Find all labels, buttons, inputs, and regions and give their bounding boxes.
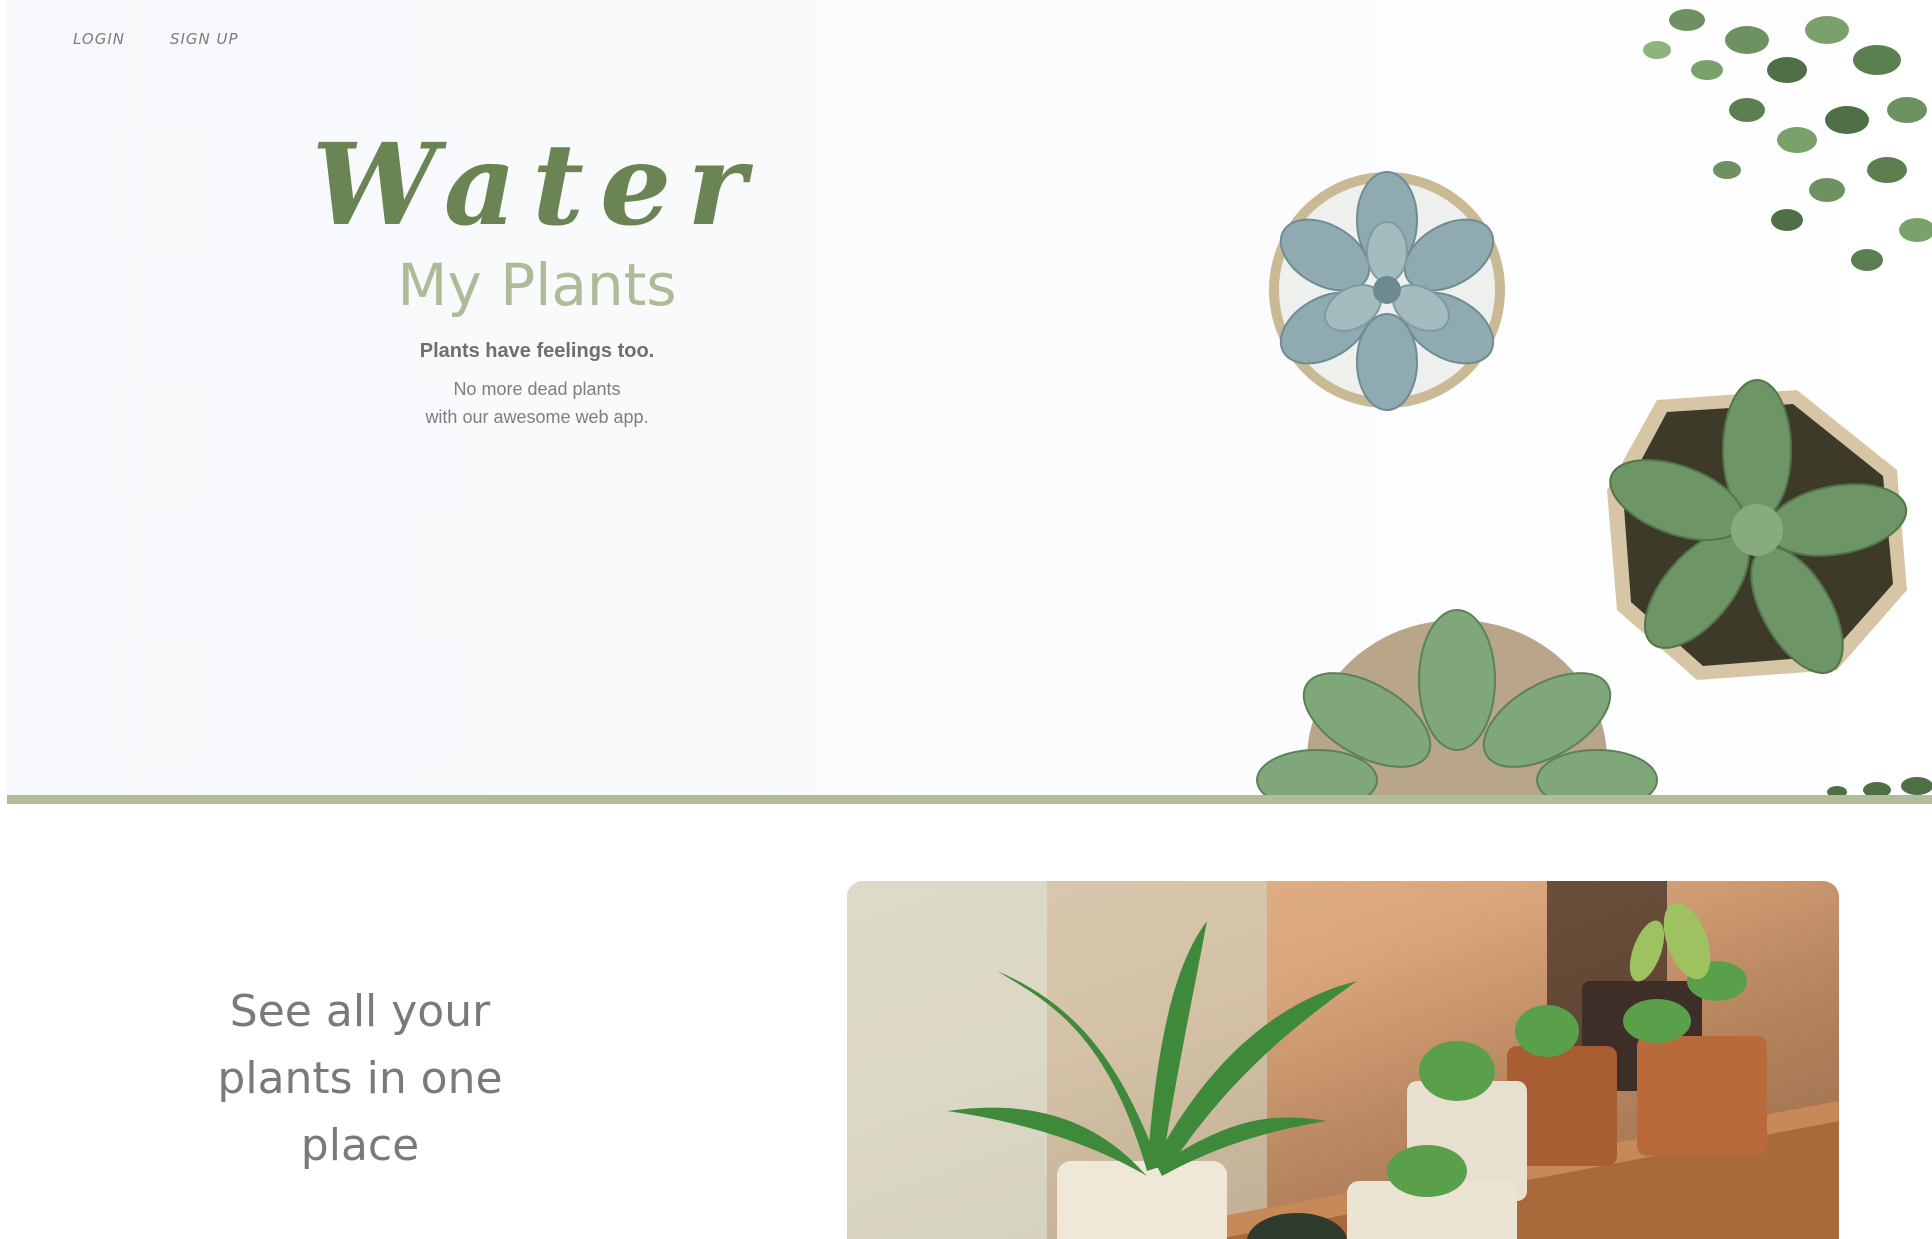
top-nav: LOGIN SIGN UP bbox=[73, 30, 239, 48]
succulent-pot-bottom bbox=[1256, 609, 1658, 795]
signup-link[interactable]: SIGN UP bbox=[170, 30, 239, 48]
brand-title: Water bbox=[311, 120, 763, 251]
foliage-cluster bbox=[1643, 9, 1932, 271]
brand-subtitle: My Plants bbox=[397, 251, 677, 319]
left-edge-strip bbox=[0, 0, 7, 1239]
hero-divider bbox=[7, 795, 1932, 804]
tagline-line: No more dead plants bbox=[453, 379, 621, 399]
succulent-pot-green bbox=[1607, 379, 1908, 680]
login-link[interactable]: LOGIN bbox=[73, 30, 125, 48]
page: LOGIN SIGN UP Water My Plants Plants hav… bbox=[0, 0, 1932, 1239]
brand-block: Water My Plants Plants have feelings too… bbox=[237, 130, 837, 431]
plants-shelf-image bbox=[847, 881, 1839, 1239]
plants-shelf-illustration bbox=[847, 881, 1839, 1239]
feature-heading-line: place bbox=[300, 1120, 420, 1171]
feature-heading: See all your plants in one place bbox=[180, 978, 540, 1179]
feature-heading-line: See all your bbox=[229, 986, 491, 1037]
tagline-line: with our awesome web app. bbox=[425, 407, 649, 427]
tagline-headline: Plants have feelings too. bbox=[419, 340, 655, 362]
feature-heading-line: plants in one bbox=[217, 1053, 503, 1104]
small-plant bbox=[1827, 777, 1932, 795]
hero-section: LOGIN SIGN UP Water My Plants Plants hav… bbox=[7, 0, 1932, 795]
succulent-pot-blue bbox=[1269, 171, 1505, 411]
hero-plants-image bbox=[1256, 9, 1932, 795]
